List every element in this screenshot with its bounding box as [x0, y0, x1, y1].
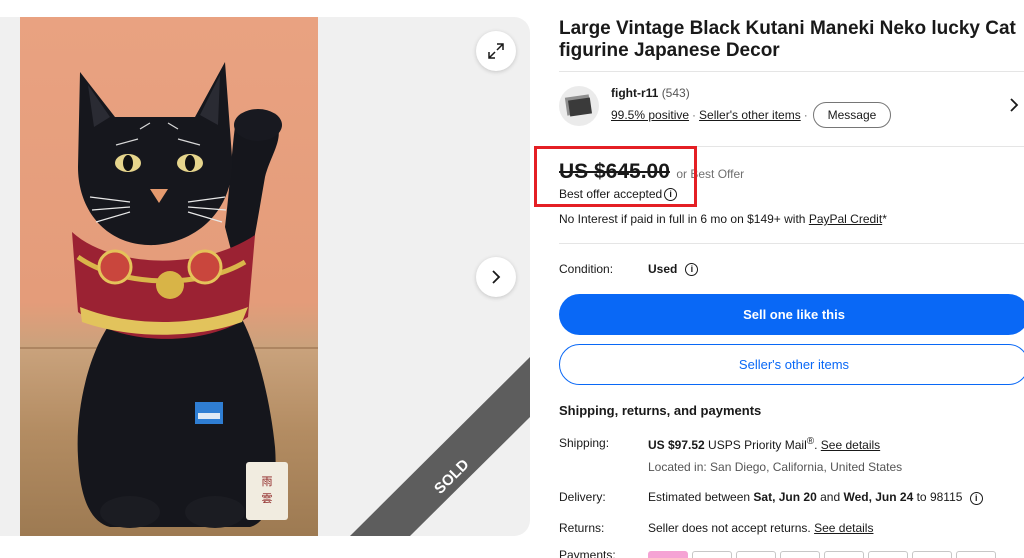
message-button[interactable]: Message [813, 102, 891, 128]
condition-info-icon[interactable]: i [685, 262, 699, 276]
condition-label: Condition: [559, 262, 614, 276]
payment-logo [648, 551, 688, 558]
svg-text:雲: 雲 [262, 492, 273, 505]
sellers-other-items-button[interactable]: Seller's other items [559, 344, 1024, 385]
payment-logo [692, 551, 732, 558]
seller-chevron-right-icon[interactable] [1008, 98, 1020, 112]
cat-figurine-image: 雨 雲 [72, 62, 288, 528]
shipping-label: Shipping: [559, 436, 610, 450]
item-location: Located in: San Diego, California, Unite… [648, 460, 903, 474]
seller-name[interactable]: fight-r11 [611, 86, 658, 100]
price-highlight-box [534, 146, 697, 207]
condition-value: Used i [648, 262, 699, 276]
payment-logo [736, 551, 776, 558]
payments-label: Payments: [559, 548, 616, 558]
seller-name-row: fight-r11 (543) [611, 86, 690, 100]
returns-label: Returns: [559, 521, 605, 535]
next-image-button[interactable] [476, 257, 516, 297]
shipping-heading: Shipping, returns, and payments [559, 403, 762, 418]
payment-logo [912, 551, 952, 558]
payment-logo [780, 551, 820, 558]
image-gallery: 雨 雲 SOLD [0, 17, 530, 536]
expand-button[interactable] [476, 31, 516, 71]
svg-text:雨: 雨 [262, 475, 273, 488]
seller-feedback-count: (543) [661, 86, 690, 100]
seller-logo-icon [564, 94, 593, 117]
sell-one-like-this-button[interactable]: Sell one like this [559, 294, 1024, 335]
seller-positive-link[interactable]: 99.5% positive [611, 108, 689, 122]
product-photo[interactable]: 雨 雲 [20, 17, 318, 536]
divider [559, 243, 1024, 244]
returns-see-details-link[interactable]: See details [814, 521, 873, 535]
expand-icon [488, 43, 504, 59]
payment-logo [824, 551, 864, 558]
shipping-see-details-link[interactable]: See details [821, 438, 880, 452]
delivery-label: Delivery: [559, 490, 606, 504]
chevron-right-icon [492, 270, 501, 284]
payment-logo [868, 551, 908, 558]
seller-links: 99.5% positive · Seller's other items · [611, 108, 808, 122]
divider [559, 71, 1024, 72]
delivery-value: Estimated between Sat, Jun 20 and Wed, J… [648, 490, 983, 505]
listing-title: Large Vintage Black Kutani Maneki Neko l… [559, 18, 1016, 61]
payment-logos [648, 551, 996, 558]
shipping-value: US $97.52 USPS Priority Mail®. See detai… [648, 436, 881, 452]
financing-text: No Interest if paid in full in 6 mo on $… [559, 212, 887, 226]
sold-badge-text: SOLD [431, 456, 473, 498]
seller-other-items-link[interactable]: Seller's other items [699, 108, 801, 122]
seller-card: fight-r11 (543) 99.5% positive · Seller's … [559, 82, 1024, 134]
payment-logo [956, 551, 996, 558]
paypal-credit-link[interactable]: PayPal Credit [809, 212, 882, 226]
seller-avatar[interactable] [559, 86, 599, 126]
returns-value: Seller does not accept returns. See deta… [648, 521, 874, 535]
delivery-info-icon[interactable]: i [969, 492, 983, 505]
